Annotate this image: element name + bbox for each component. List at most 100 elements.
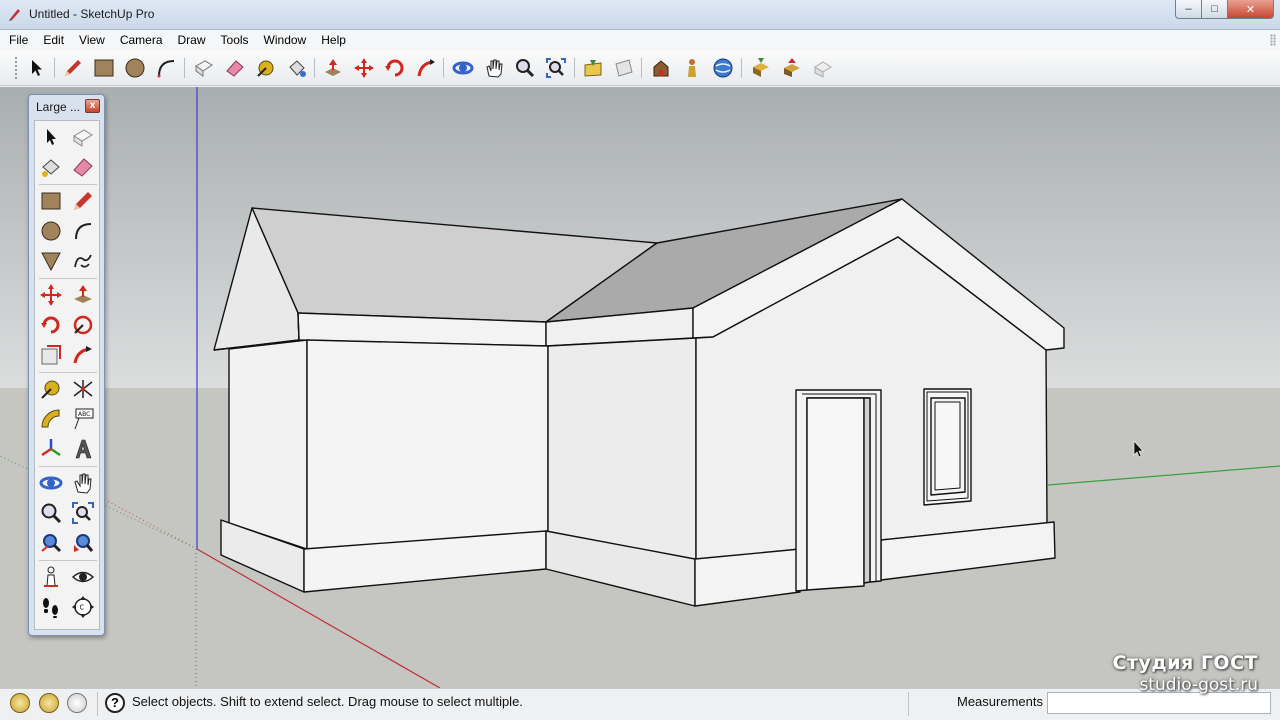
rotate-icon — [385, 59, 404, 77]
p-zoom-window-button[interactable] — [69, 499, 97, 527]
p-circle-button[interactable] — [37, 217, 65, 245]
menu-tools[interactable]: Tools — [212, 33, 255, 47]
eye-icon — [71, 571, 95, 583]
zoom-tool-button[interactable] — [512, 55, 538, 81]
polygon-icon — [41, 252, 61, 272]
arc-tool-button[interactable] — [153, 55, 179, 81]
p-make-component-button[interactable] — [69, 123, 97, 151]
menu-draw[interactable]: Draw — [169, 33, 212, 47]
magnifier-icon — [516, 59, 535, 78]
door-leaf — [806, 397, 865, 591]
p-follow-me-button[interactable] — [69, 311, 97, 339]
rotate-tool-button[interactable] — [382, 55, 408, 81]
p-freehand-button[interactable] — [69, 247, 97, 275]
push-pull-button[interactable] — [320, 55, 346, 81]
close-button[interactable]: ✕ — [1228, 0, 1274, 19]
p-polygon-button[interactable] — [37, 247, 65, 275]
p-look-around-button[interactable] — [69, 563, 97, 591]
menu-window[interactable]: Window — [255, 33, 313, 47]
share-component-button[interactable] — [779, 55, 805, 81]
minimize-button[interactable]: – — [1175, 0, 1202, 19]
previous-view-button[interactable] — [580, 55, 606, 81]
p-previous-view-button[interactable] — [69, 529, 97, 557]
p-dimension-button[interactable] — [69, 375, 97, 403]
measurements-label: Measurements — [957, 694, 1043, 709]
toolbar-grip[interactable] — [14, 56, 18, 80]
arrow-cursor-icon — [32, 60, 42, 76]
extension-button[interactable] — [810, 55, 836, 81]
move-tool-button[interactable] — [351, 55, 377, 81]
credits-icon[interactable] — [39, 693, 59, 713]
share-model-button[interactable] — [679, 55, 705, 81]
svg-text:ABC: ABC — [78, 411, 90, 418]
p-3d-text-button[interactable] — [69, 435, 97, 463]
large-tool-set-palette[interactable]: Large ... x ABC C — [28, 94, 105, 636]
p-move-button[interactable] — [37, 281, 65, 309]
svg-text:C: C — [80, 604, 85, 612]
p-paint-bucket-button[interactable] — [37, 153, 65, 181]
eraser-tool-button[interactable] — [222, 55, 248, 81]
menu-view[interactable]: View — [70, 33, 111, 47]
p-orbit-button[interactable] — [37, 469, 65, 497]
p-position-camera-button[interactable] — [37, 563, 65, 591]
p-tape-measure-button[interactable] — [37, 375, 65, 403]
select-tool-button[interactable] — [24, 55, 50, 81]
menu-camera[interactable]: Camera — [111, 33, 169, 47]
menu-bar: File Edit View Camera Draw Tools Window … — [0, 30, 1280, 50]
model-scene[interactable] — [0, 87, 1280, 688]
geo-location-icon[interactable] — [10, 693, 30, 713]
p-eraser-button[interactable] — [69, 153, 97, 181]
menubar-grip[interactable] — [1270, 34, 1276, 46]
maximize-button[interactable]: □ — [1202, 0, 1228, 19]
follow-me-button[interactable] — [413, 55, 439, 81]
circle-icon — [41, 221, 61, 241]
make-component-button[interactable] — [191, 55, 217, 81]
p-protractor-button[interactable] — [37, 405, 65, 433]
google-earth-button[interactable] — [710, 55, 736, 81]
drawing-viewport[interactable] — [0, 87, 1280, 688]
p-axes-button[interactable] — [37, 435, 65, 463]
folder-import-icon — [584, 60, 602, 77]
p-rotate-button[interactable] — [37, 311, 65, 339]
sheet-icon — [615, 59, 633, 77]
paint-bucket-button[interactable] — [284, 55, 310, 81]
zoom-extents-button[interactable] — [543, 55, 569, 81]
p-line-button[interactable] — [69, 187, 97, 215]
rectangle-tool-button[interactable] — [91, 55, 117, 81]
section-plane-icon: C — [72, 596, 94, 618]
tape-measure-button[interactable] — [253, 55, 279, 81]
axes-icon — [41, 439, 61, 457]
p-offset-button[interactable] — [69, 341, 97, 369]
house-model[interactable] — [213, 198, 1065, 607]
p-arc-button[interactable] — [69, 217, 97, 245]
orbit-tool-button[interactable] — [450, 55, 476, 81]
p-scale-button[interactable] — [37, 341, 65, 369]
sketchup-logo-icon — [9, 9, 20, 21]
p-select-button[interactable] — [37, 123, 65, 151]
p-rectangle-button[interactable] — [37, 187, 65, 215]
measurements-input[interactable] — [1047, 692, 1271, 714]
push-pull-icon — [74, 285, 92, 303]
menu-edit[interactable]: Edit — [34, 33, 70, 47]
palette-close-button[interactable]: x — [85, 99, 100, 113]
pan-tool-button[interactable] — [481, 55, 507, 81]
get-models-button[interactable] — [748, 55, 774, 81]
line-tool-button[interactable] — [60, 55, 86, 81]
p-pan-button[interactable] — [69, 469, 97, 497]
p-zoom-extents-button[interactable] — [37, 529, 65, 557]
menu-help[interactable]: Help — [312, 33, 352, 47]
palette-title[interactable]: Large ... — [36, 100, 80, 114]
user-account-icon[interactable] — [67, 693, 87, 713]
p-walk-button[interactable] — [37, 593, 65, 621]
p-text-button[interactable]: ABC — [69, 405, 97, 433]
arrow-cursor-icon — [47, 129, 56, 145]
3d-warehouse-button[interactable] — [648, 55, 674, 81]
p-push-pull-button[interactable] — [69, 281, 97, 309]
zoom-extents-icon — [41, 534, 62, 553]
menu-file[interactable]: File — [0, 33, 34, 47]
next-view-button[interactable] — [611, 55, 637, 81]
p-zoom-button[interactable] — [37, 499, 65, 527]
help-icon[interactable]: ? — [105, 693, 125, 713]
circle-tool-button[interactable] — [122, 55, 148, 81]
p-section-plane-button[interactable]: C — [69, 593, 97, 621]
